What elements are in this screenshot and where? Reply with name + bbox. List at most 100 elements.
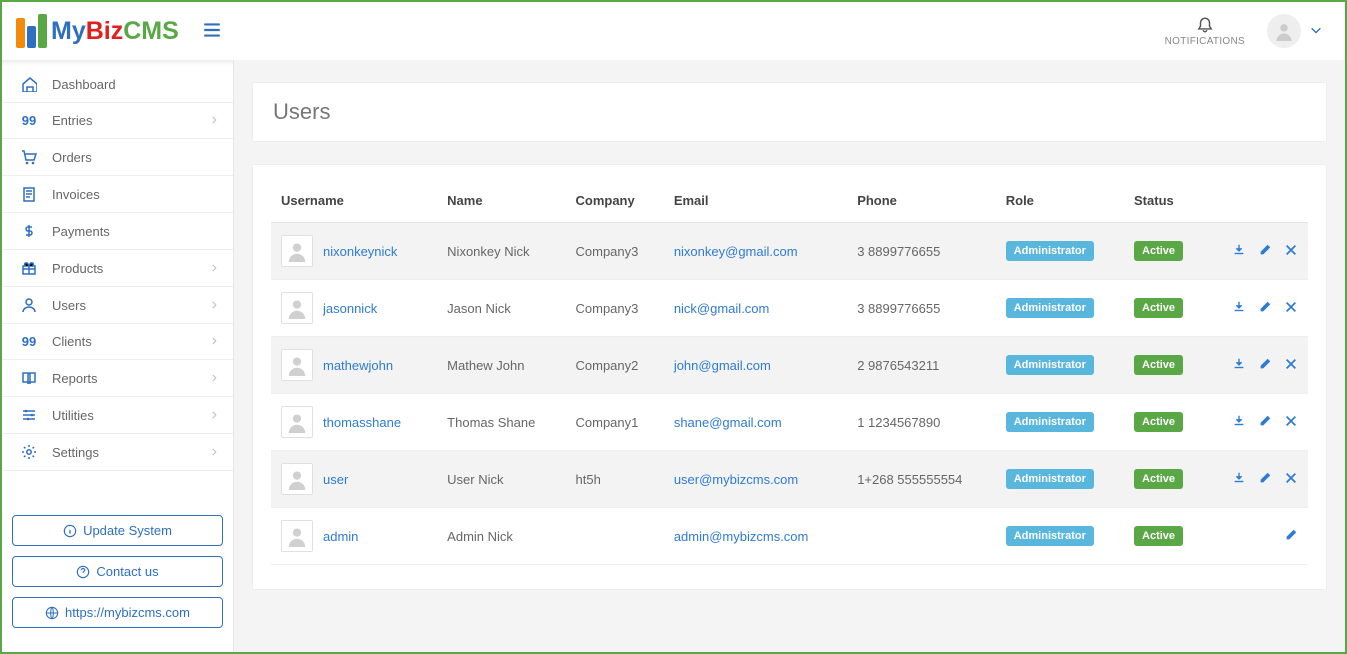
sidebar-item-invoices[interactable]: Invoices [2, 176, 233, 213]
cell-company: Company3 [566, 280, 664, 337]
row-download-button[interactable] [1232, 414, 1246, 431]
username-link[interactable]: nixonkeynick [323, 244, 397, 259]
col-email: Email [664, 179, 847, 223]
sidebar-item-users[interactable]: Users [2, 287, 233, 324]
email-link[interactable]: user@mybizcms.com [674, 472, 798, 487]
cell-name: User Nick [437, 451, 565, 508]
dollar-icon [18, 223, 40, 239]
update-system-button[interactable]: Update System [12, 515, 223, 546]
chevron-right-icon [209, 113, 219, 128]
row-download-button[interactable] [1232, 243, 1246, 260]
cell-name: Nixonkey Nick [437, 223, 565, 280]
cell-phone [847, 508, 996, 565]
contact-us-button[interactable]: Contact us [12, 556, 223, 587]
row-edit-button[interactable] [1284, 528, 1298, 545]
row-delete-button[interactable] [1284, 357, 1298, 374]
chevron-down-icon [1309, 23, 1323, 40]
email-link[interactable]: shane@gmail.com [674, 415, 782, 430]
email-link[interactable]: nick@gmail.com [674, 301, 770, 316]
username-link[interactable]: mathewjohn [323, 358, 393, 373]
page-title: Users [273, 99, 1306, 125]
sidebar-item-reports[interactable]: Reports [2, 360, 233, 397]
sidebar-item-payments[interactable]: Payments [2, 213, 233, 250]
menu-toggle-button[interactable] [202, 20, 222, 43]
row-edit-button[interactable] [1258, 414, 1272, 431]
username-link[interactable]: user [323, 472, 348, 487]
main-content: Users Username Name Company Email Phone … [234, 60, 1345, 652]
notifications-label: NOTIFICATIONS [1165, 36, 1245, 47]
cell-name: Admin Nick [437, 508, 565, 565]
cell-name: Jason Nick [437, 280, 565, 337]
col-status: Status [1124, 179, 1206, 223]
website-link-button[interactable]: https://mybizcms.com [12, 597, 223, 628]
info-icon [63, 524, 77, 538]
sidebar-item-label: Dashboard [52, 77, 116, 92]
row-delete-button[interactable] [1284, 471, 1298, 488]
sidebar-item-products[interactable]: Products [2, 250, 233, 287]
table-row: mathewjohnMathew JohnCompany2john@gmail.… [271, 337, 1308, 394]
chevron-right-icon [209, 261, 219, 276]
row-delete-button[interactable] [1284, 414, 1298, 431]
sidebar-item-label: Users [52, 298, 86, 313]
status-badge: Active [1134, 355, 1183, 375]
email-link[interactable]: admin@mybizcms.com [674, 529, 809, 544]
email-link[interactable]: john@gmail.com [674, 358, 771, 373]
sidebar-item-label: Orders [52, 150, 92, 165]
bell-icon [1196, 16, 1214, 34]
row-download-button[interactable] [1232, 300, 1246, 317]
table-row: thomasshaneThomas ShaneCompany1shane@gma… [271, 394, 1308, 451]
user-avatar-icon [281, 235, 313, 267]
role-badge: Administrator [1006, 355, 1094, 375]
gear-icon [18, 444, 40, 460]
avatar-icon [1267, 14, 1301, 48]
cell-company: Company2 [566, 337, 664, 394]
brand-logo[interactable]: MyBizCMS [16, 14, 179, 48]
website-link-label: https://mybizcms.com [65, 605, 190, 620]
brand-my: My [51, 17, 86, 46]
sidebar-item-orders[interactable]: Orders [2, 139, 233, 176]
username-link[interactable]: jasonnick [323, 301, 377, 316]
cell-company [566, 508, 664, 565]
contact-us-label: Contact us [96, 564, 158, 579]
row-delete-button[interactable] [1284, 243, 1298, 260]
number-icon: 99 [18, 334, 40, 349]
row-delete-button[interactable] [1284, 300, 1298, 317]
sidebar-item-label: Reports [52, 371, 98, 386]
row-edit-button[interactable] [1258, 243, 1272, 260]
profile-menu-button[interactable] [1267, 14, 1323, 48]
cell-phone: 3 8899776655 [847, 223, 996, 280]
chevron-right-icon [209, 445, 219, 460]
row-edit-button[interactable] [1258, 471, 1272, 488]
notifications-button[interactable]: NOTIFICATIONS [1165, 16, 1245, 47]
status-badge: Active [1134, 241, 1183, 261]
sidebar-item-utilities[interactable]: Utilities [2, 397, 233, 434]
home-icon [18, 76, 40, 92]
sliders-icon [18, 407, 40, 423]
row-edit-button[interactable] [1258, 300, 1272, 317]
cell-phone: 1 1234567890 [847, 394, 996, 451]
row-download-button[interactable] [1232, 471, 1246, 488]
sidebar-item-settings[interactable]: Settings [2, 434, 233, 471]
email-link[interactable]: nixonkey@gmail.com [674, 244, 798, 259]
cart-icon [18, 149, 40, 165]
username-link[interactable]: thomasshane [323, 415, 401, 430]
book-icon [18, 370, 40, 386]
sidebar-item-label: Clients [52, 334, 92, 349]
row-download-button[interactable] [1232, 357, 1246, 374]
number-icon: 99 [18, 113, 40, 128]
table-row: userUser Nickht5huser@mybizcms.com1+268 … [271, 451, 1308, 508]
role-badge: Administrator [1006, 241, 1094, 261]
table-row: jasonnick Jason NickCompany3 nick@gmail.co… [271, 280, 1308, 337]
users-table: Username Name Company Email Phone Role S… [271, 179, 1308, 565]
chevron-right-icon [209, 408, 219, 423]
username-link[interactable]: admin [323, 529, 358, 544]
row-edit-button[interactable] [1258, 357, 1272, 374]
sidebar-item-label: Settings [52, 445, 99, 460]
globe-icon [45, 606, 59, 620]
sidebar-item-clients[interactable]: 99 Clients [2, 324, 233, 360]
sidebar-item-entries[interactable]: 99Entries [2, 103, 233, 139]
chevron-right-icon [209, 371, 219, 386]
role-badge: Administrator [1006, 469, 1094, 489]
table-row: nixonkeynickNixonkey NickCompany3nixonke… [271, 223, 1308, 280]
sidebar-item-dashboard[interactable]: Dashboard [2, 66, 233, 103]
